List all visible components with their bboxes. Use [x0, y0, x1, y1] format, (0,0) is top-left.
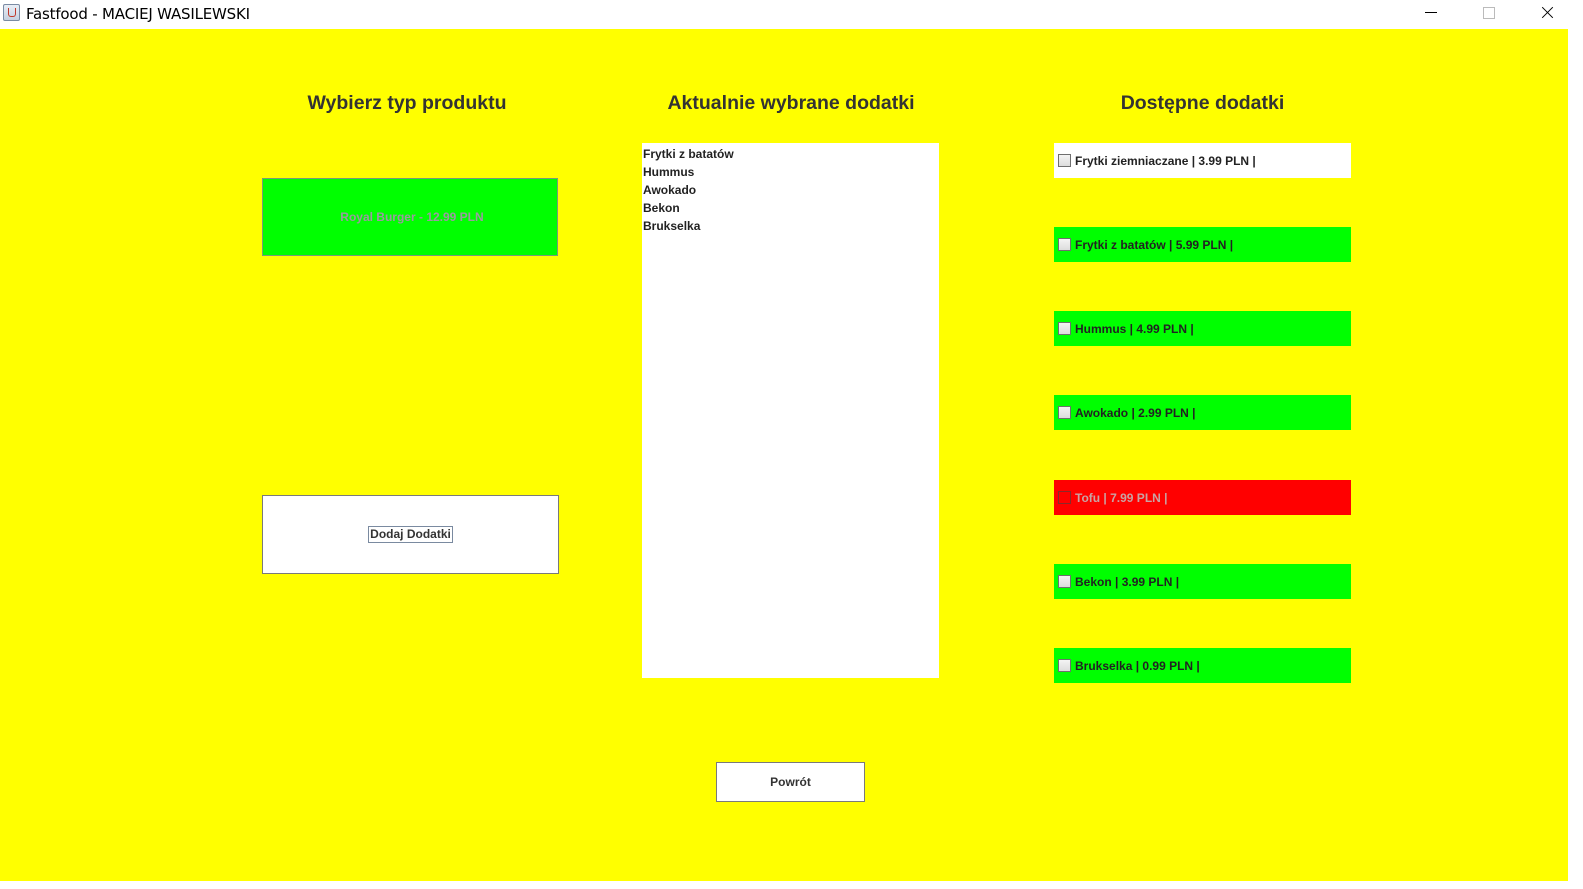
title-bar: Fastfood - MACIEJ WASILEWSKI	[0, 0, 1583, 29]
addon-label: Awokado | 2.99 PLN |	[1075, 405, 1196, 420]
checkbox-icon[interactable]	[1058, 322, 1071, 335]
checkbox-icon[interactable]	[1058, 575, 1071, 588]
window-edge	[1568, 29, 1583, 889]
available-addons-heading: Dostępne dodatki	[1120, 92, 1285, 114]
addon-checkbox-hummus[interactable]: Hummus | 4.99 PLN |	[1054, 311, 1351, 346]
checkbox-icon[interactable]	[1058, 238, 1071, 251]
addon-label: Brukselka | 0.99 PLN |	[1075, 658, 1200, 673]
addon-checkbox-bekon[interactable]: Bekon | 3.99 PLN |	[1054, 564, 1351, 599]
window-edge	[0, 881, 1583, 889]
minimize-icon[interactable]	[1408, 0, 1454, 29]
window-title: Fastfood - MACIEJ WASILEWSKI	[26, 5, 250, 23]
addon-label: Bekon | 3.99 PLN |	[1075, 574, 1180, 589]
main-content: Wybierz typ produktu Aktualnie wybrane d…	[0, 29, 1568, 881]
add-addons-label: Dodaj Dodatki	[368, 526, 453, 543]
list-item[interactable]: Frytki z batatów	[643, 145, 939, 163]
java-app-icon	[3, 4, 20, 21]
addon-checkbox-brukselka[interactable]: Brukselka | 0.99 PLN |	[1054, 648, 1351, 683]
list-item[interactable]: Bekon	[643, 199, 939, 217]
checkbox-icon[interactable]	[1058, 154, 1071, 167]
addon-checkbox-tofu[interactable]: Tofu | 7.99 PLN |	[1054, 480, 1351, 515]
list-item[interactable]: Hummus	[643, 163, 939, 181]
list-item[interactable]: Brukselka	[643, 217, 939, 235]
back-button[interactable]: Powrót	[716, 762, 865, 802]
close-icon[interactable]	[1524, 0, 1570, 29]
maximize-icon[interactable]	[1466, 0, 1512, 29]
selected-addons-list[interactable]: Frytki z batatów Hummus Awokado Bekon Br…	[642, 143, 939, 678]
addon-checkbox-frytki-z-batatow[interactable]: Frytki z batatów | 5.99 PLN |	[1054, 227, 1351, 262]
checkbox-icon[interactable]	[1058, 659, 1071, 672]
checkbox-icon[interactable]	[1058, 491, 1071, 504]
selected-addons-heading: Aktualnie wybrane dodatki	[667, 92, 915, 114]
addon-checkbox-frytki-ziemniaczane[interactable]: Frytki ziemniaczane | 3.99 PLN |	[1054, 143, 1351, 178]
addon-label: Tofu | 7.99 PLN |	[1075, 490, 1168, 505]
addon-checkbox-awokado[interactable]: Awokado | 2.99 PLN |	[1054, 395, 1351, 430]
addon-label: Frytki ziemniaczane | 3.99 PLN |	[1075, 153, 1256, 168]
product-button[interactable]: Royal Burger - 12.99 PLN	[262, 178, 558, 256]
addon-label: Hummus | 4.99 PLN |	[1075, 321, 1194, 336]
app-window: Fastfood - MACIEJ WASILEWSKI Wybierz typ…	[0, 0, 1583, 889]
product-type-heading: Wybierz typ produktu	[307, 92, 507, 114]
add-addons-button[interactable]: Dodaj Dodatki	[262, 495, 559, 574]
checkbox-icon[interactable]	[1058, 406, 1071, 419]
list-item[interactable]: Awokado	[643, 181, 939, 199]
addon-label: Frytki z batatów | 5.99 PLN |	[1075, 237, 1234, 252]
